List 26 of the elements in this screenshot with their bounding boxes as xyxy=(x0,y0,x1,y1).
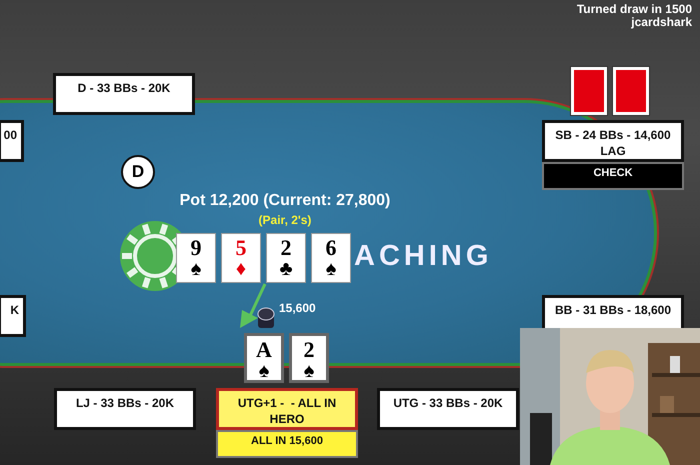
seat-note: HERO xyxy=(270,411,304,427)
seat-label: K xyxy=(10,302,19,318)
action-label: CHECK xyxy=(542,162,684,190)
arrow-icon xyxy=(238,282,268,330)
seat-note: LAG xyxy=(600,143,626,159)
bet-amount: 15,600 xyxy=(279,301,316,315)
chip-stack-icon xyxy=(257,307,275,329)
logo-text: ACHING xyxy=(354,240,492,273)
hand-strength: (Pair, 2's) xyxy=(258,213,312,227)
playing-card: 2 ♣ xyxy=(266,233,306,283)
seat-label: LJ - 33 BBs - 20K xyxy=(76,395,174,411)
seat-label: UTG+1 - - ALL IN xyxy=(238,395,336,411)
pot-text: Pot 12,200 (Current: 27,800) xyxy=(178,192,392,210)
seat-label: BB - 31 BBs - 18,600 xyxy=(554,302,672,318)
playing-card: 6 ♠ xyxy=(311,233,351,283)
seat-label: D - 33 BBs - 20K xyxy=(78,80,170,96)
playing-card: A ♠ xyxy=(244,333,284,383)
seat-label: SB - 24 BBs - 14,600 xyxy=(555,127,671,143)
action-label: ALL IN 15,600 xyxy=(216,430,358,458)
playing-card: 2 ♠ xyxy=(289,333,329,383)
author-name: jcardshark xyxy=(631,16,692,29)
seat-label: 00 xyxy=(4,127,17,143)
playing-card: 9 ♠ xyxy=(176,233,216,283)
playing-card: 5 ♦ xyxy=(221,233,261,283)
seat-label: UTG - 33 BBs - 20K xyxy=(393,395,503,411)
video-title: Turned draw in 1500 xyxy=(576,3,692,16)
